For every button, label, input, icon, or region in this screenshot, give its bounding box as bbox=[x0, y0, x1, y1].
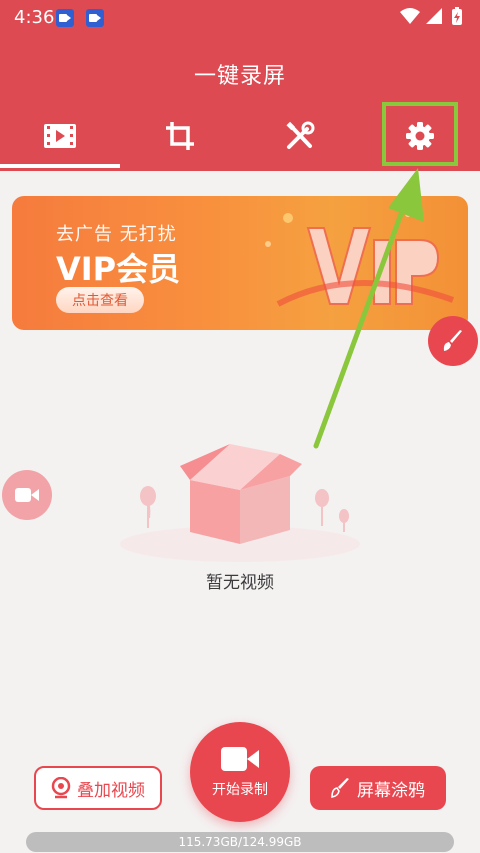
settings-highlight-box bbox=[382, 102, 458, 166]
vip-banner[interactable]: 去广告 无打扰 VIP会员 点击查看 bbox=[12, 196, 468, 330]
wifi-icon bbox=[400, 8, 420, 24]
video-camera-app-icon bbox=[86, 9, 104, 27]
tab-selected-indicator bbox=[0, 164, 120, 168]
tab-video-list[interactable] bbox=[0, 104, 120, 168]
start-record-button[interactable]: 开始录制 bbox=[190, 722, 290, 822]
video-camera-app-icon bbox=[56, 9, 74, 27]
status-bar: 4:36 bbox=[0, 0, 480, 36]
status-icons bbox=[400, 7, 462, 25]
tab-tools[interactable] bbox=[240, 104, 360, 168]
banner-subtitle: 去广告 无打扰 bbox=[56, 224, 177, 245]
screen-doodle-button[interactable]: 屏幕涂鸦 bbox=[310, 766, 446, 810]
brush-icon bbox=[331, 778, 349, 798]
tab-crop[interactable] bbox=[120, 104, 240, 168]
camera-floating-button[interactable] bbox=[2, 470, 52, 520]
empty-box-illustration bbox=[120, 444, 360, 562]
vip-decoration-icon bbox=[265, 211, 455, 307]
overlay-video-label: 叠加视频 bbox=[77, 780, 145, 801]
signal-icon bbox=[426, 8, 442, 24]
status-time: 4:36 bbox=[14, 7, 55, 28]
battery-charging-icon bbox=[452, 7, 462, 25]
video-camera-icon bbox=[221, 747, 259, 771]
tools-icon bbox=[286, 121, 315, 149]
webcam-icon bbox=[51, 777, 71, 799]
empty-state-text: 暂无视频 bbox=[206, 573, 274, 593]
crop-icon bbox=[166, 122, 194, 150]
screen-doodle-label: 屏幕涂鸦 bbox=[357, 780, 425, 801]
overlay-video-button[interactable]: 叠加视频 bbox=[34, 766, 162, 810]
video-camera-icon bbox=[15, 488, 39, 502]
view-details-button[interactable]: 点击查看 bbox=[56, 287, 144, 313]
banner-title: VIP会员 bbox=[56, 250, 181, 288]
start-record-label: 开始录制 bbox=[212, 782, 268, 798]
film-icon bbox=[44, 124, 76, 148]
storage-usage-bar: 115.73GB/124.99GB bbox=[26, 832, 454, 852]
brush-icon bbox=[443, 330, 462, 351]
page-title: 一键录屏 bbox=[193, 64, 286, 89]
brush-floating-button[interactable] bbox=[428, 316, 478, 366]
